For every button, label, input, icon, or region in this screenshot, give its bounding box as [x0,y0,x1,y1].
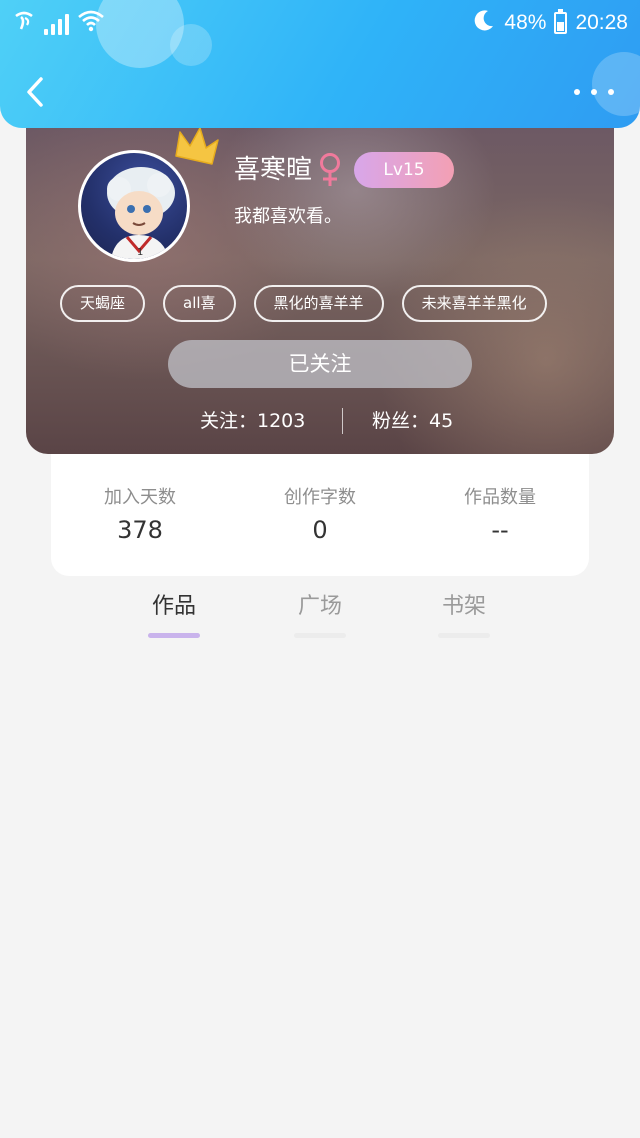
following-count[interactable]: 关注：1203 [200,406,305,436]
tab-label: 广场 [297,594,342,619]
tag-item[interactable]: 未来喜羊羊黑化 [401,285,547,322]
tab-label: 书架 [441,594,486,619]
tag-item[interactable]: 黑化的喜羊羊 [253,285,384,322]
more-dot [574,89,580,95]
divider [342,408,343,434]
back-button[interactable] [20,74,50,110]
profile-card: 1 喜寒暄 Lv15 我都喜欢看。 天蝎座 all喜 黑化的喜羊羊 未来喜羊羊黑… [26,100,614,454]
battery-percent: 48% [504,11,547,34]
more-options-button[interactable] [574,80,614,104]
china-telecom-icon [12,8,36,39]
wifi-icon [77,9,105,39]
tab-indicator [148,633,200,638]
stat-label: 加入天数 [104,487,176,508]
stat-label: 作品数量 [464,487,536,508]
stat-label: 创作字数 [284,487,356,508]
stat-join-days: 加入天数 378 [60,486,220,546]
stat-value: 0 [312,516,328,544]
avatar-container: 1 [78,127,219,262]
stat-works-count: 作品数量 -- [420,486,580,546]
follow-button[interactable]: 已关注 [168,340,472,388]
tab-square[interactable]: 广场 [270,590,370,638]
stat-word-count: 创作字数 0 [240,486,400,546]
follow-stats: 关注：1203 粉丝：45 [26,406,614,436]
tab-indicator [438,633,490,638]
tab-works[interactable]: 作品 [124,590,224,638]
cell-signal-icon [44,13,69,35]
stat-value: -- [491,516,509,544]
svg-text:1: 1 [137,247,143,258]
tag-item[interactable]: all喜 [163,285,236,322]
battery-icon [554,9,568,34]
name-row: 喜寒暄 Lv15 [234,152,455,188]
chevron-left-icon [27,77,43,107]
moon-icon [472,8,496,38]
crown-icon [175,127,219,165]
status-bar: 48% 20:28 [0,0,640,44]
tag-list: 天蝎座 all喜 黑化的喜羊羊 未来喜羊羊黑化 [60,285,547,322]
username: 喜寒暄 [234,155,313,185]
tab-bookshelf[interactable]: 书架 [414,590,514,638]
app-header: 48% 20:28 [0,0,640,128]
clock: 20:28 [575,11,628,34]
level-badge: Lv15 [354,152,455,188]
stat-value: 378 [117,516,163,544]
more-dot [608,89,614,95]
tab-indicator [294,633,346,638]
profile-page: 48% 20:28 1 喜寒暄 Lv15 我都喜欢看。 天蝎座 all喜 黑化的… [0,0,640,1138]
stats-card: 加入天数 378 创作字数 0 作品数量 -- [51,440,589,576]
tab-bar: 作品 广场 书架 [0,590,640,644]
female-icon [320,153,341,186]
tag-item[interactable]: 天蝎座 [60,285,146,322]
bio-text: 我都喜欢看。 [234,206,342,227]
fans-count[interactable]: 粉丝：45 [372,406,453,436]
more-dot [591,89,597,95]
tab-label: 作品 [151,594,196,619]
